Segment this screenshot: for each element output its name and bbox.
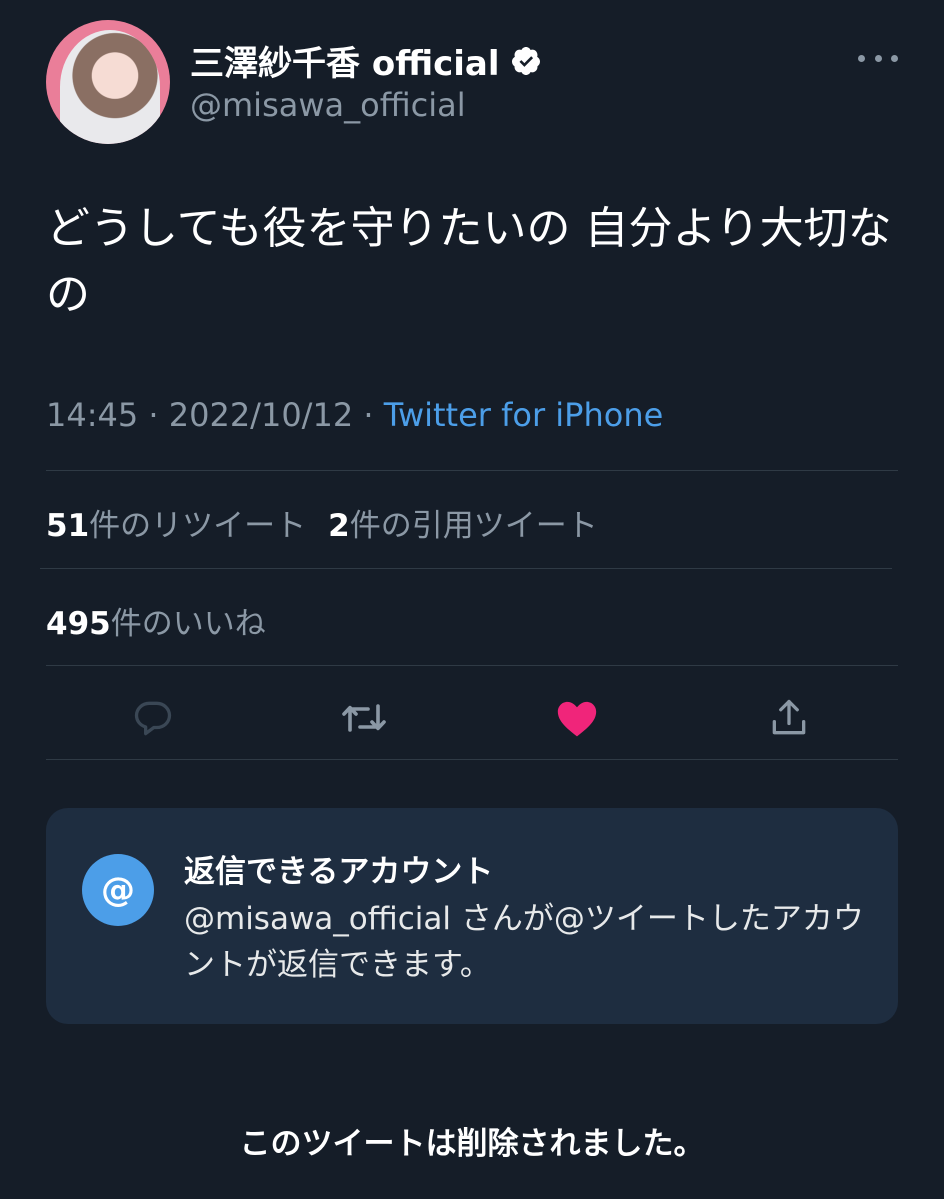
divider	[46, 470, 898, 471]
tweet-text: どうしても役を守りたいの 自分より大切なの	[46, 203, 892, 320]
share-icon	[772, 699, 806, 735]
reply-restriction-title: 返信できるアカウント	[184, 854, 494, 890]
retweet-icon	[342, 704, 386, 732]
share-button[interactable]	[763, 692, 815, 744]
tweet-deleted-notice: このツイートは削除されました。	[239, 1126, 705, 1162]
reply-restriction-card: @ 返信できるアカウント @misawa_official さんが@ツイートした…	[46, 808, 898, 1024]
tweet-meta: 14:45 · 2022/10/12 · Twitter for iPhone	[46, 396, 663, 434]
at-sign-icon: @	[82, 854, 154, 926]
tweet-timestamp: 14:45 · 2022/10/12 ·	[46, 396, 384, 434]
reply-restriction-body: @misawa_official さんが@ツイートしたアカウントが返信できます。	[184, 901, 864, 983]
display-name[interactable]: 三澤紗千香 official	[190, 36, 500, 85]
reply-button[interactable]	[127, 692, 179, 744]
retweets-stat[interactable]: 51件のリツイート	[46, 508, 306, 544]
likes-stats-row[interactable]: 495件のいいね	[46, 598, 266, 643]
retweet-button[interactable]	[338, 692, 390, 744]
quotes-stat[interactable]: 2件の引用ツイート	[328, 508, 598, 544]
tweet-detail-page: 三澤紗千香 official @misawa_official どうしても役を守…	[0, 0, 944, 1199]
avatar[interactable]	[46, 20, 170, 144]
quotes-label: 件の引用ツイート	[349, 508, 598, 544]
retweets-count: 51	[46, 508, 90, 544]
divider	[46, 665, 898, 666]
heart-icon	[557, 701, 597, 737]
reply-icon	[134, 701, 172, 736]
author-name-row[interactable]: 三澤紗千香 official	[190, 36, 542, 85]
more-options-icon[interactable]	[858, 44, 898, 72]
verified-badge-icon	[511, 46, 540, 75]
divider	[40, 568, 892, 569]
like-button[interactable]	[551, 692, 603, 744]
quotes-count: 2	[328, 508, 350, 544]
author-handle[interactable]: @misawa_official	[190, 86, 466, 124]
divider	[46, 759, 898, 760]
likes-count: 495	[46, 606, 111, 642]
retweets-label: 件のリツイート	[89, 508, 307, 544]
engagement-stats-row: 51件のリツイート 2件の引用ツイート	[46, 500, 598, 545]
tweet-source-link[interactable]: Twitter for iPhone	[384, 396, 664, 434]
likes-label: 件のいいね	[110, 606, 266, 642]
profile-photo	[60, 30, 160, 144]
